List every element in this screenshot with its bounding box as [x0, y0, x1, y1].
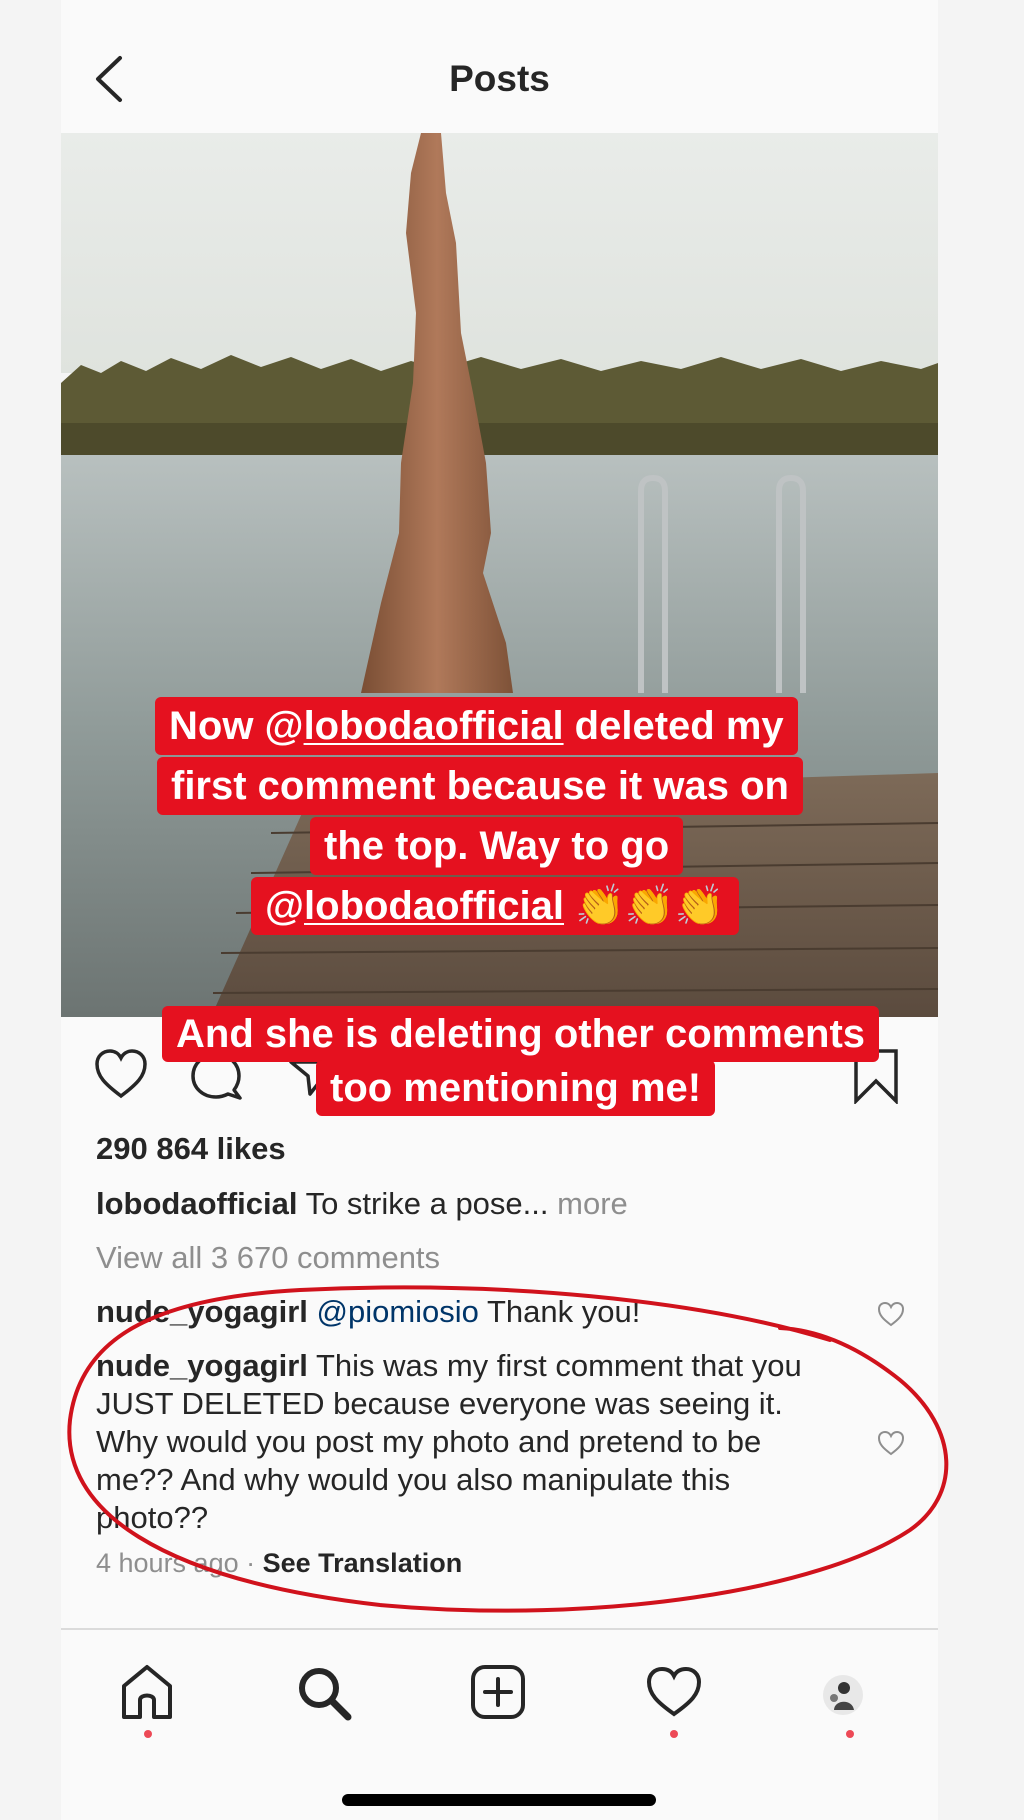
- sticker-text: too mentioning me!: [330, 1066, 702, 1110]
- post-time: 4 hours ago: [96, 1548, 239, 1578]
- notification-dot: [144, 1730, 152, 1738]
- sticker-text: And she is deleting other comments: [176, 1012, 866, 1056]
- sticker-mention: lobodaofficial: [303, 704, 564, 748]
- comment-like-button[interactable]: [876, 1429, 906, 1457]
- caption-text: To strike a pose...: [305, 1186, 549, 1221]
- home-indicator: [342, 1794, 656, 1806]
- sticker-line-2: first comment because it was on: [157, 757, 803, 815]
- sticker2-line-2: too mentioning me!: [316, 1060, 716, 1116]
- search-icon: [299, 1668, 352, 1721]
- likes-count[interactable]: 290 864 likes: [96, 1131, 286, 1167]
- instagram-post-screen: Posts Now @lobodaofficial deleted my fir…: [0, 0, 1024, 1820]
- sticker-line-3: the top. Way to go: [310, 817, 684, 875]
- sticker-text: @: [265, 884, 305, 928]
- caption-username[interactable]: lobodaofficial: [96, 1186, 298, 1221]
- activity-heart-icon: [646, 1666, 702, 1717]
- comment-like-button[interactable]: [876, 1300, 906, 1328]
- heart-icon: [877, 1430, 905, 1456]
- see-translation-link[interactable]: See Translation: [263, 1548, 463, 1578]
- sticker-mention: lobodaofficial: [304, 884, 565, 928]
- heart-icon: [877, 1301, 905, 1327]
- caption-more-link[interactable]: more: [557, 1186, 628, 1221]
- post-meta: 4 hours ago · See Translation: [96, 1548, 462, 1579]
- sticker-text: deleted my: [563, 704, 784, 748]
- notification-dot: [670, 1730, 678, 1738]
- nav-activity[interactable]: [645, 1666, 703, 1723]
- clapping-emoji: 👏👏👏: [564, 884, 725, 928]
- add-post-icon: [471, 1665, 525, 1719]
- notification-dot: [846, 1730, 854, 1738]
- comment-username[interactable]: nude_yogagirl: [96, 1294, 308, 1329]
- sticker-text: Now @: [169, 704, 304, 748]
- sticker2-line-1: And she is deleting other comments: [162, 1006, 880, 1062]
- profile-avatar: [823, 1675, 863, 1715]
- meta-separator: ·: [238, 1548, 263, 1578]
- bottom-nav: [61, 1630, 938, 1820]
- comment-text: Thank you!: [486, 1294, 641, 1329]
- comment-username[interactable]: nude_yogagirl: [96, 1348, 308, 1383]
- nav-home[interactable]: [120, 1664, 174, 1725]
- page-title: Posts: [449, 58, 550, 99]
- sticker-line-4: @lobodaofficial 👏👏👏: [251, 877, 739, 935]
- home-icon: [122, 1665, 172, 1719]
- nav-profile[interactable]: [822, 1674, 864, 1721]
- sticker-line-1: Now @lobodaofficial deleted my: [155, 697, 798, 755]
- nav-add-post[interactable]: [470, 1664, 526, 1725]
- like-button[interactable]: [93, 1048, 149, 1105]
- caption: lobodaofficial To strike a pose... more: [96, 1186, 628, 1222]
- sticker-text: first comment because it was on: [171, 764, 789, 808]
- heart-icon: [95, 1049, 147, 1099]
- view-all-comments-link[interactable]: View all 3 670 comments: [96, 1240, 440, 1276]
- nav-search[interactable]: [295, 1664, 353, 1727]
- sticker-text: the top. Way to go: [324, 824, 670, 868]
- comment-row: nude_yogagirl This was my first comment …: [96, 1347, 816, 1537]
- comment-mention[interactable]: @piomiosio: [317, 1294, 479, 1329]
- comment-row: nude_yogagirl @piomiosio Thank you!: [96, 1294, 640, 1330]
